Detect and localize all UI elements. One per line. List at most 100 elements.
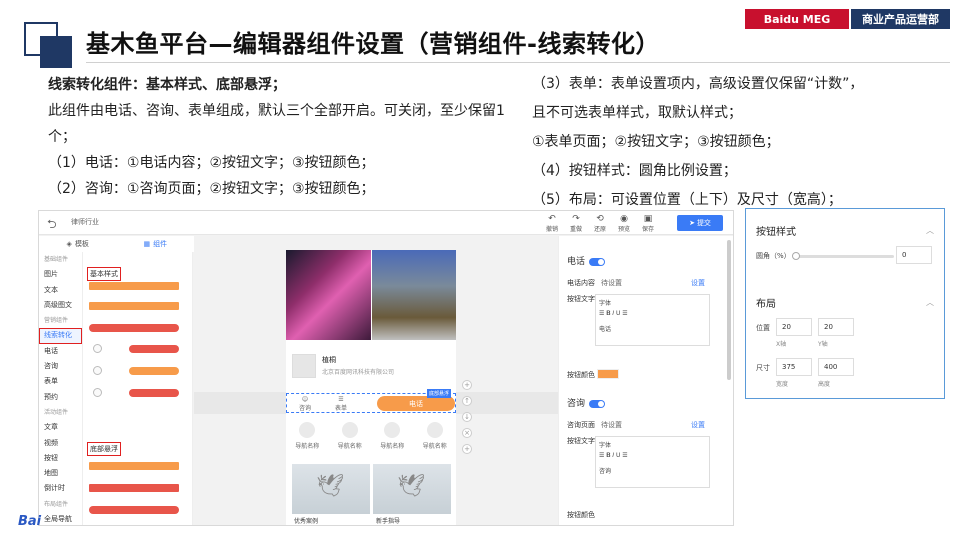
save-button[interactable]: ▣ 保存: [639, 214, 657, 233]
nav-item[interactable]: 导航名称: [423, 422, 447, 458]
style-option-6[interactable]: [129, 389, 179, 397]
nav-item[interactable]: 导航名称: [380, 422, 404, 458]
nav-row: 导航名称 导航名称 导航名称 导航名称: [286, 422, 456, 458]
style-option-3[interactable]: [89, 324, 179, 332]
sidebar-item[interactable]: 图片: [39, 267, 82, 282]
reset-button[interactable]: ⟲ 还原: [591, 214, 609, 233]
radius-input[interactable]: 0: [896, 246, 932, 264]
size-label: 尺寸: [756, 364, 770, 372]
sidebar-item[interactable]: 表单: [39, 374, 82, 389]
sidebar-group-label: 基础组件: [44, 256, 69, 263]
tab-components[interactable]: ▦ 组件: [117, 236, 195, 252]
sidebar-item[interactable]: 线索转化: [39, 328, 82, 344]
style-option-5[interactable]: [129, 367, 179, 375]
company-name: 植桐: [322, 356, 336, 364]
properties-panel: 电话 电话内容 待设置 设置 按钮文字 字体 ☰ 𝐁 𝐼 U ☰ 电话 按钮颜色…: [558, 236, 733, 525]
tab-components-label: 组件: [153, 240, 168, 248]
phone-btn-text-editor[interactable]: 字体 ☰ 𝐁 𝐼 U ☰ 电话: [595, 294, 710, 346]
float-option-3[interactable]: [89, 506, 179, 514]
redo-icon: ↷: [572, 214, 580, 224]
bird-image-2: 🕊: [373, 464, 451, 514]
nav-item[interactable]: 导航名称: [295, 422, 319, 458]
height-input[interactable]: 400: [818, 358, 854, 376]
bar-consult-label: 咨询: [298, 405, 311, 412]
rte-format-icons: ☰ 𝐁 𝐼 U ☰: [599, 310, 628, 317]
sidebar-item[interactable]: 文章: [39, 420, 82, 435]
consult-page-label: 咨询页面: [567, 421, 595, 429]
move-down-icon[interactable]: ↓: [462, 412, 472, 422]
chat-icon: ☺: [301, 396, 309, 403]
width-input[interactable]: 375: [776, 358, 812, 376]
bar-consult[interactable]: ☺ 咨询: [291, 396, 319, 412]
button-style-title: 按钮样式: [756, 227, 796, 238]
right-line-1: （3）表单：表单设置项内，高级设置仅保留“计数”，: [532, 76, 864, 92]
sidebar-item[interactable]: 文本: [39, 283, 82, 298]
rte-font-label: 字体: [599, 300, 612, 307]
add-icon[interactable]: +: [462, 380, 472, 390]
right-line-2: 且不可选表单样式，取默认样式；: [532, 105, 742, 121]
dept-label: 商业产品运营部: [849, 9, 950, 29]
tab-templates[interactable]: ◈ 模板: [39, 236, 117, 252]
bar-call-button[interactable]: 电话: [377, 396, 455, 411]
phone-section-title: 电话: [567, 254, 606, 267]
save-label: 保存: [641, 226, 654, 233]
consult-set-link[interactable]: 设置: [691, 420, 705, 430]
phone-color-swatch[interactable]: [597, 369, 619, 379]
section-bottom-float-label: 底部悬浮: [87, 442, 121, 456]
redo-label: 重做: [569, 226, 582, 233]
x-caption: X轴: [776, 341, 787, 348]
add-icon[interactable]: +: [462, 444, 472, 454]
chevron-up-icon[interactable]: ︿: [926, 225, 934, 236]
x-input[interactable]: 20: [776, 318, 812, 336]
position-label: 位置: [756, 324, 770, 332]
phone-icon: [93, 344, 102, 353]
lead-conversion-bar[interactable]: ☺ 咨询 ☰ 表单 电话 底部悬浮: [286, 389, 456, 413]
phone-toggle[interactable]: [589, 257, 606, 266]
brand-label: Baidu MEG: [763, 12, 831, 26]
undo-button[interactable]: ↶ 撤销: [543, 214, 561, 233]
height-caption: 高度: [818, 381, 831, 388]
sidebar-item[interactable]: 地图: [39, 466, 82, 481]
sidebar-item[interactable]: 倒计时: [39, 481, 82, 496]
sidebar-group-label: 布局组件: [44, 500, 69, 508]
sidebar-item[interactable]: 咨询: [39, 359, 82, 374]
delete-icon[interactable]: ×: [462, 428, 472, 438]
preview-button[interactable]: ◉ 预览: [615, 214, 633, 233]
consult-toggle[interactable]: [589, 399, 606, 408]
phone-content-label: 电话内容: [567, 279, 595, 287]
radius-slider[interactable]: [792, 252, 894, 260]
sidebar-item[interactable]: 预约: [39, 390, 82, 405]
style-option-2[interactable]: [89, 302, 179, 310]
submit-button[interactable]: ➤ 提交: [677, 215, 723, 231]
float-option-2[interactable]: [89, 484, 179, 492]
properties-scrollbar[interactable]: [727, 240, 731, 380]
sidebar-item[interactable]: 电话: [39, 344, 82, 359]
nav-item[interactable]: 导航名称: [338, 422, 362, 458]
baidu-watermark: Bai: [18, 514, 42, 529]
settings-panel: 按钮样式 ︿ 圆角（%） 0 布局 ︿ 位置 20 20 X轴 Y轴 尺寸 37…: [745, 208, 945, 399]
phone-set-link[interactable]: 设置: [691, 278, 705, 288]
editor-screenshot: ⮌ 律师行业 ↶ 撤销 ↷ 重做 ⟲ 还原 ◉ 预览 ▣ 保存 ➤ 提交 ◈ 模板 ▦ 组件 基…: [38, 210, 734, 526]
y-input[interactable]: 20: [818, 318, 854, 336]
float-option-1[interactable]: [89, 462, 179, 470]
card-caption-2: 新手指导: [376, 518, 401, 525]
chevron-up-icon[interactable]: ︿: [926, 297, 934, 308]
phone-btn-color-label: 按钮颜色: [567, 371, 595, 379]
editor-toolbar: ⮌ 律师行业 ↶ 撤销 ↷ 重做 ⟲ 还原 ◉ 预览 ▣ 保存 ➤ 提交: [39, 211, 733, 236]
consult-btn-text-editor[interactable]: 字体 ☰ 𝐁 𝐼 U ☰ 咨询: [595, 436, 710, 488]
sidebar-item[interactable]: 高级图文: [39, 298, 82, 313]
sidebar-item[interactable]: 全局导航: [39, 512, 82, 525]
bar-form[interactable]: ☰ 表单: [327, 396, 355, 412]
sidebar-item[interactable]: 按钮: [39, 451, 82, 466]
canvas-side-tools: + ↑ ↓ × +: [462, 380, 472, 454]
move-up-icon[interactable]: ↑: [462, 396, 472, 406]
redo-button[interactable]: ↷ 重做: [567, 214, 585, 233]
back-arrow-icon[interactable]: ⮌: [47, 215, 57, 236]
style-option-4[interactable]: [129, 345, 179, 353]
slider-knob[interactable]: [792, 252, 800, 260]
reset-label: 还原: [593, 226, 606, 233]
nav-circle-icon: [384, 422, 401, 438]
bar-call-label: 电话: [409, 399, 423, 408]
style-option-1[interactable]: [89, 282, 179, 290]
sidebar-item[interactable]: 视频: [39, 436, 82, 451]
